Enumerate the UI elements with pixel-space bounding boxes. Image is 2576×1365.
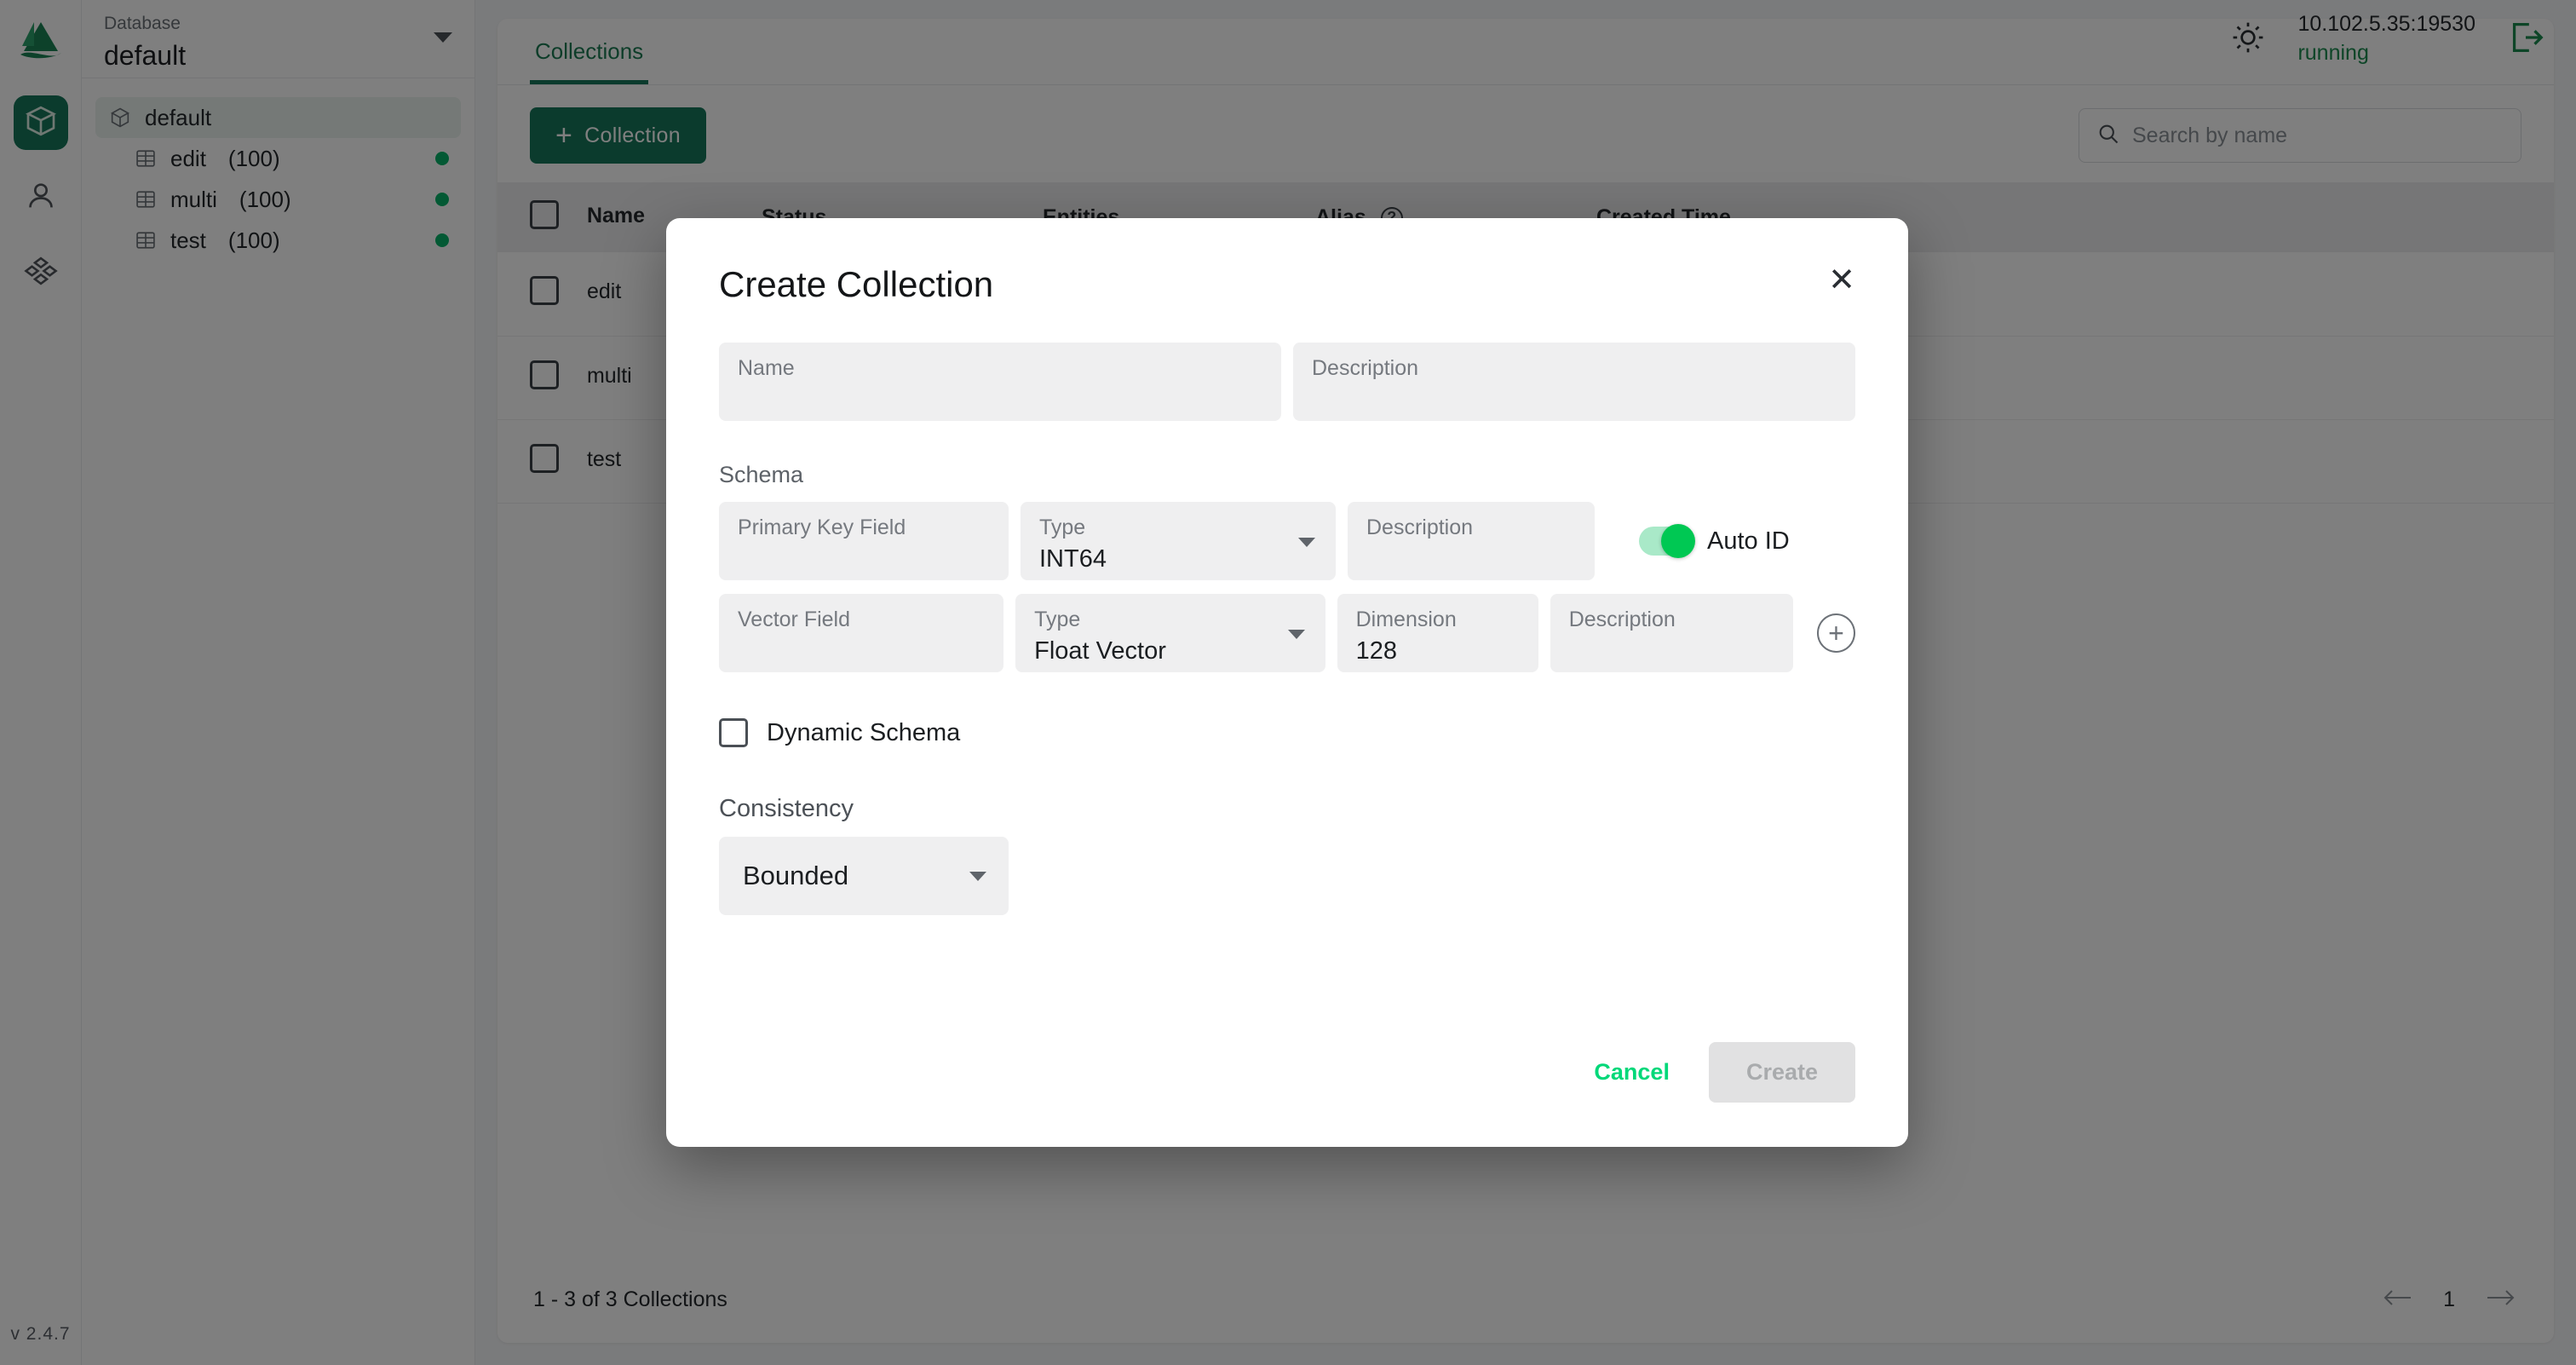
dialog-header: Create Collection ✕ — [719, 264, 1855, 305]
consistency-select[interactable]: Bounded — [719, 837, 1009, 915]
close-icon[interactable]: ✕ — [1828, 264, 1855, 297]
create-collection-dialog: Create Collection ✕ Name Description Sch… — [666, 218, 1908, 1147]
primary-key-row: Primary Key Field Type INT64 Description… — [719, 502, 1855, 580]
vector-type-select[interactable]: Type Float Vector — [1015, 594, 1325, 672]
primary-key-type-select[interactable]: Type INT64 — [1021, 502, 1336, 580]
consistency-section-label: Consistency — [719, 795, 854, 822]
vector-type-label: Type — [1034, 608, 1081, 631]
auto-id-toggle-group[interactable]: Auto ID — [1639, 524, 1790, 558]
vector-dimension-input[interactable]: Dimension 128 — [1337, 594, 1538, 672]
app-root: v 2.4.7 Database default — [0, 0, 2576, 1365]
vector-field-row: Vector Field Type Float Vector Dimension… — [719, 594, 1855, 672]
toggle-knob — [1661, 524, 1695, 558]
consistency-value: Bounded — [743, 861, 849, 890]
collection-description-field[interactable]: Description — [1293, 343, 1855, 421]
chevron-down-icon — [969, 871, 986, 881]
primary-key-type-value: INT64 — [1039, 545, 1107, 573]
auto-id-label: Auto ID — [1707, 527, 1790, 555]
collection-name-placeholder: Name — [738, 356, 795, 380]
dynamic-schema-checkbox[interactable] — [719, 718, 748, 747]
dialog-title: Create Collection — [719, 264, 994, 304]
primary-key-type-label: Type — [1039, 515, 1086, 539]
collection-name-field[interactable]: Name — [719, 343, 1281, 421]
dynamic-schema-label: Dynamic Schema — [767, 718, 961, 746]
schema-section-label: Schema — [719, 462, 804, 487]
vector-field-input[interactable]: Vector Field — [719, 594, 1004, 672]
plus-circle-icon[interactable]: + — [1816, 613, 1855, 653]
cancel-button[interactable]: Cancel — [1572, 1044, 1692, 1101]
vector-dimension-value: 128 — [1355, 637, 1398, 665]
vector-description-input[interactable]: Description — [1550, 594, 1793, 672]
dynamic-schema-row[interactable]: Dynamic Schema — [719, 718, 1855, 747]
auto-id-toggle[interactable] — [1639, 524, 1695, 558]
collection-description-placeholder: Description — [1312, 356, 1419, 380]
chevron-down-icon — [1287, 630, 1305, 639]
primary-key-description-placeholder: Description — [1366, 515, 1474, 539]
name-description-row: Name Description — [719, 343, 1855, 421]
primary-key-field-input[interactable]: Primary Key Field — [719, 502, 1009, 580]
create-button[interactable]: Create — [1708, 1042, 1855, 1103]
dialog-actions: Cancel Create — [719, 1042, 1855, 1147]
vector-type-value: Float Vector — [1034, 637, 1166, 665]
vector-description-placeholder: Description — [1568, 608, 1676, 631]
vector-field-placeholder: Vector Field — [738, 608, 851, 631]
primary-key-field-placeholder: Primary Key Field — [738, 515, 906, 539]
primary-key-description-input[interactable]: Description — [1348, 502, 1595, 580]
vector-dimension-label: Dimension — [1355, 608, 1457, 631]
chevron-down-icon — [1298, 538, 1315, 547]
